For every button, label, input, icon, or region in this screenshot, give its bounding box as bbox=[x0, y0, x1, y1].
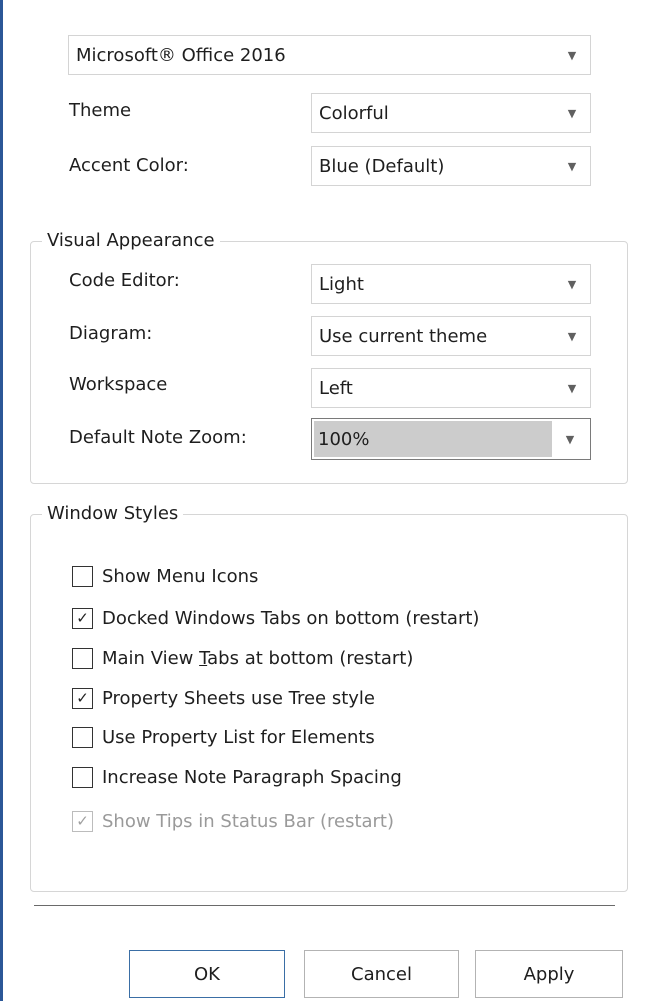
checkbox[interactable]: ✓ bbox=[72, 607, 93, 629]
theme-value: Colorful bbox=[319, 102, 389, 124]
window-style-option-label: Docked Windows Tabs on bottom (restart) bbox=[102, 608, 479, 629]
window-style-option-label: Show Menu Icons bbox=[102, 566, 258, 587]
option-label-text: Docked Windows Tabs on bottom (restart) bbox=[102, 607, 480, 629]
window-style-option-label: Main View Tabs at bottom (restart) bbox=[102, 648, 413, 669]
checkmark-icon: ✓ bbox=[76, 608, 89, 627]
code-editor-label: Code Editor: bbox=[69, 270, 180, 291]
diagram-value: Use current theme bbox=[319, 325, 488, 347]
workspace-value: Left bbox=[319, 377, 353, 399]
default-note-zoom-label: Default Note Zoom: bbox=[69, 427, 247, 448]
diagram-dropdown[interactable]: Use current theme ▼ bbox=[311, 316, 591, 356]
window-style-option[interactable]: ✓ Docked Windows Tabs on bottom (restart) bbox=[72, 605, 479, 631]
option-label-text: Increase Note Paragraph Spacing bbox=[102, 766, 402, 788]
option-label-text: Show Tips in Status Bar (restart) bbox=[102, 810, 395, 832]
window-style-option-label: Increase Note Paragraph Spacing bbox=[102, 767, 402, 788]
chevron-down-icon: ▼ bbox=[565, 432, 575, 446]
default-note-zoom-dropdown[interactable]: 100% ▼ bbox=[311, 418, 591, 460]
checkbox[interactable] bbox=[72, 726, 93, 748]
option-label-text: Show Menu Icons bbox=[102, 565, 259, 587]
code-editor-dropdown[interactable]: Light ▼ bbox=[311, 264, 591, 304]
cancel-button[interactable]: Cancel bbox=[304, 950, 459, 998]
apply-button[interactable]: Apply bbox=[475, 950, 623, 998]
code-editor-value: Light bbox=[319, 273, 364, 295]
checkbox[interactable] bbox=[72, 565, 93, 587]
option-label-text: Use Property List for Elements bbox=[102, 726, 375, 748]
workspace-dropdown[interactable]: Left ▼ bbox=[311, 368, 591, 408]
window-style-option-label: Use Property List for Elements bbox=[102, 727, 375, 748]
window-style-option[interactable]: Main View Tabs at bottom (restart) bbox=[72, 645, 413, 671]
window-style-option-label: Show Tips in Status Bar (restart) bbox=[102, 811, 394, 832]
separator-line bbox=[34, 905, 615, 906]
window-style-option[interactable]: ✓ Property Sheets use Tree style bbox=[72, 685, 375, 711]
visual-style-dropdown[interactable]: Microsoft® Office 2016 ▼ bbox=[68, 35, 591, 75]
checkbox[interactable]: ✓ bbox=[72, 687, 93, 709]
chevron-down-icon: ▼ bbox=[567, 277, 577, 291]
theme-dropdown[interactable]: Colorful ▼ bbox=[311, 93, 591, 133]
mnemonic-letter: T bbox=[199, 647, 208, 669]
chevron-down-icon: ▼ bbox=[567, 159, 577, 173]
checkmark-icon: ✓ bbox=[76, 811, 89, 830]
workspace-label: Workspace bbox=[69, 374, 168, 395]
ok-button[interactable]: OK bbox=[129, 950, 285, 998]
chevron-down-icon: ▼ bbox=[567, 329, 577, 343]
checkbox[interactable] bbox=[72, 766, 93, 788]
visual-appearance-title: Visual Appearance bbox=[42, 230, 220, 251]
chevron-down-icon: ▼ bbox=[567, 381, 577, 395]
default-note-zoom-value: 100% bbox=[314, 421, 552, 457]
theme-label: Theme bbox=[69, 100, 132, 121]
option-label-text: Main View bbox=[102, 647, 200, 669]
checkmark-icon: ✓ bbox=[76, 688, 89, 707]
checkbox: ✓ bbox=[72, 810, 93, 832]
accent-color-dropdown[interactable]: Blue (Default) ▼ bbox=[311, 146, 591, 186]
window-style-option[interactable]: Show Menu Icons bbox=[72, 563, 258, 589]
option-label-text: Property Sheets use Tree style bbox=[102, 687, 375, 709]
option-label-text: abs at bottom (restart) bbox=[207, 647, 414, 669]
window-style-option[interactable]: Use Property List for Elements bbox=[72, 724, 375, 750]
window-style-option[interactable]: Increase Note Paragraph Spacing bbox=[72, 764, 402, 790]
window-style-option-label: Property Sheets use Tree style bbox=[102, 688, 375, 709]
diagram-label: Diagram: bbox=[69, 323, 153, 344]
window-style-option: ✓ Show Tips in Status Bar (restart) bbox=[72, 808, 394, 834]
window-frame-edge bbox=[0, 0, 3, 1001]
chevron-down-icon: ▼ bbox=[567, 106, 577, 120]
accent-color-value: Blue (Default) bbox=[319, 155, 445, 177]
checkbox[interactable] bbox=[72, 647, 93, 669]
visual-style-value: Microsoft® Office 2016 bbox=[76, 44, 286, 66]
window-styles-title: Window Styles bbox=[42, 503, 184, 524]
accent-color-label: Accent Color: bbox=[69, 155, 189, 176]
chevron-down-icon: ▼ bbox=[567, 48, 577, 62]
